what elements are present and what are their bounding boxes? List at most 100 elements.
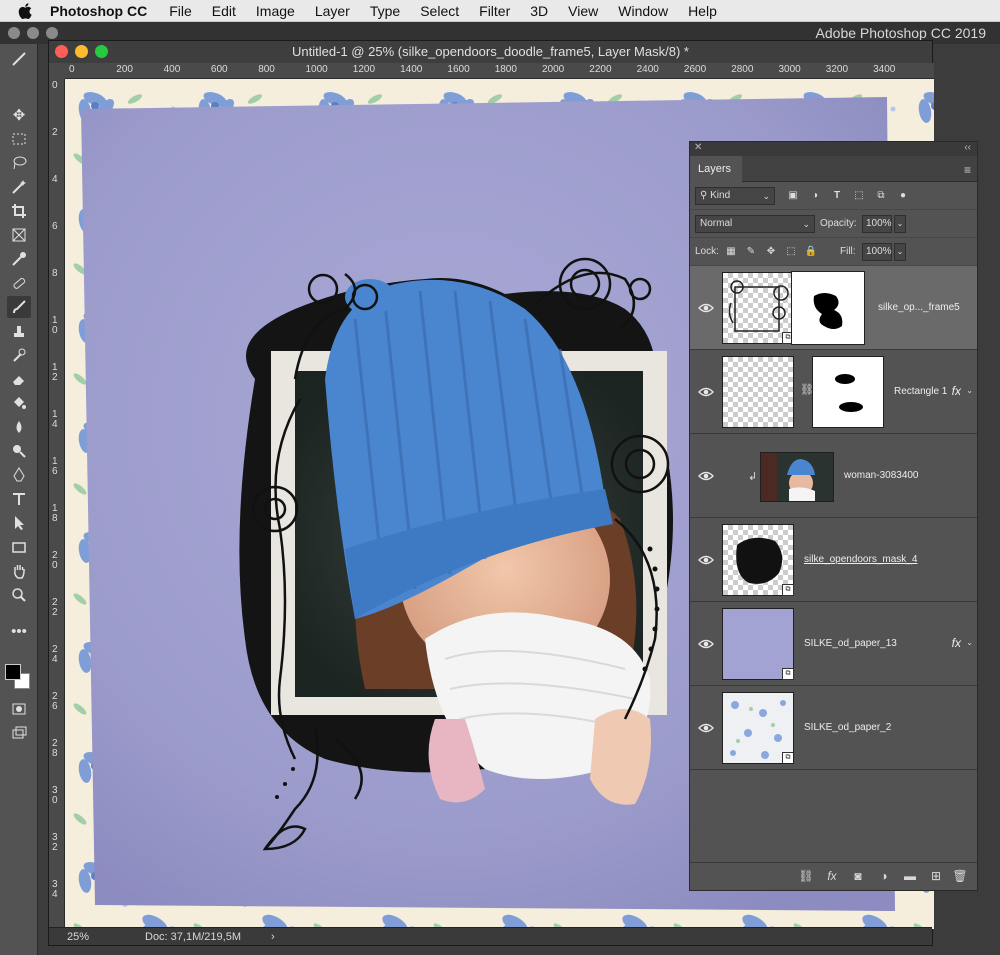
layer-effects-icon[interactable]: fx: [952, 636, 961, 650]
menu-view[interactable]: View: [558, 3, 608, 19]
pen-tool-icon[interactable]: [7, 464, 31, 486]
menu-select[interactable]: Select: [410, 3, 469, 19]
zoom-tool-icon[interactable]: [7, 584, 31, 606]
layer-row[interactable]: ⧉ SILKE_od_paper_13 fx ⌄: [690, 602, 977, 686]
menu-image[interactable]: Image: [246, 3, 305, 19]
layer-thumbnail[interactable]: ⧉: [722, 692, 794, 764]
new-group-icon[interactable]: ▬: [902, 869, 918, 883]
lock-transparent-icon[interactable]: ▦: [724, 246, 738, 258]
layer-thumbnail[interactable]: ⧉: [722, 272, 794, 344]
pixel-filter-icon[interactable]: ▣: [786, 190, 800, 202]
clone-stamp-icon[interactable]: [7, 320, 31, 342]
new-adjustment-layer-icon[interactable]: ◑: [876, 869, 892, 883]
layer-name[interactable]: SILKE_od_paper_13: [804, 638, 897, 649]
fill-dropdown-icon[interactable]: ⌄: [894, 243, 906, 261]
filter-kind-select[interactable]: ⚲ Kind ⌄: [695, 187, 775, 205]
layer-thumbnail[interactable]: [722, 356, 794, 428]
quick-mask-icon[interactable]: [7, 698, 31, 720]
type-tool-icon[interactable]: [7, 488, 31, 510]
magic-wand-icon[interactable]: [7, 176, 31, 198]
menu-filter[interactable]: Filter: [469, 3, 520, 19]
layer-name[interactable]: woman-3083400: [844, 470, 919, 481]
layer-mask-thumbnail[interactable]: [791, 271, 865, 345]
lasso-tool-icon[interactable]: [7, 152, 31, 174]
path-selection-icon[interactable]: [7, 512, 31, 534]
layer-name[interactable]: silke_opendoors_mask_4: [804, 554, 917, 565]
shape-filter-icon[interactable]: ⬚: [852, 190, 866, 202]
marquee-tool-icon[interactable]: [7, 128, 31, 150]
trash-icon[interactable]: 🗑: [952, 869, 968, 883]
opacity-input[interactable]: 100%: [862, 215, 892, 233]
move-tool-icon[interactable]: ✥: [7, 104, 31, 126]
menu-layer[interactable]: Layer: [305, 3, 360, 19]
new-layer-icon[interactable]: ⊞: [928, 869, 944, 883]
menu-window[interactable]: Window: [608, 3, 678, 19]
layer-row[interactable]: ⛓ Rectangle 1 fx ⌄: [690, 350, 977, 434]
status-menu-arrow-icon[interactable]: ›: [271, 931, 275, 943]
hand-tool-icon[interactable]: [7, 560, 31, 582]
blur-tool-icon[interactable]: [7, 416, 31, 438]
doc-close-button[interactable]: [55, 45, 68, 58]
fill-input[interactable]: 100%: [862, 243, 892, 261]
eraser-icon[interactable]: [7, 368, 31, 390]
rectangle-tool-icon[interactable]: [7, 536, 31, 558]
chevron-down-icon[interactable]: ⌄: [966, 638, 973, 647]
lock-position-icon[interactable]: ✥: [764, 246, 778, 258]
brush-preset-icon[interactable]: [7, 48, 31, 70]
type-filter-icon[interactable]: T: [830, 190, 844, 202]
vertical-ruler[interactable]: 0 2 4 6 8 1 0 1 2 1 4 1 6 1 8 2 0 2 2 2 4 2 6 2 8 3 0 3 …: [49, 79, 65, 929]
adjustment-filter-icon[interactable]: ◑: [808, 190, 822, 202]
frame-tool-icon[interactable]: [7, 224, 31, 246]
layer-name[interactable]: Rectangle 1: [894, 386, 947, 397]
menu-edit[interactable]: Edit: [202, 3, 246, 19]
layer-row[interactable]: ⧉ ⛓ silke_op..._frame5: [690, 266, 977, 350]
opacity-dropdown-icon[interactable]: ⌄: [894, 215, 906, 233]
layer-thumbnail[interactable]: ⧉: [722, 524, 794, 596]
ruler-origin[interactable]: [49, 63, 65, 79]
eye-icon[interactable]: [698, 470, 714, 482]
panel-menu-icon[interactable]: ≡: [964, 163, 971, 177]
add-layer-style-icon[interactable]: fx: [824, 869, 840, 883]
doc-zoom-button[interactable]: [95, 45, 108, 58]
layer-name[interactable]: silke_op..._frame5: [878, 302, 960, 313]
layer-mask-thumbnail[interactable]: [812, 356, 884, 428]
layer-thumbnail[interactable]: ⧉: [722, 608, 794, 680]
panel-close-icon[interactable]: ✕: [694, 142, 702, 153]
layer-name[interactable]: SILKE_od_paper_2: [804, 722, 891, 733]
lock-artboard-icon[interactable]: ⬚: [784, 246, 798, 258]
menu-file[interactable]: File: [159, 3, 202, 19]
crop-tool-icon[interactable]: [7, 200, 31, 222]
foreground-color-swatch[interactable]: [5, 664, 21, 680]
layer-row[interactable]: ↲ woman-3083400: [690, 434, 977, 518]
eye-icon[interactable]: [698, 722, 714, 734]
blend-mode-select[interactable]: Normal ⌄: [695, 215, 815, 233]
lock-pixels-icon[interactable]: ✎: [744, 246, 758, 258]
menu-3d[interactable]: 3D: [520, 3, 558, 19]
layer-thumbnail[interactable]: [760, 452, 834, 502]
layer-effects-icon[interactable]: fx: [952, 384, 961, 398]
zoom-level[interactable]: 25%: [67, 931, 127, 943]
link-layers-icon[interactable]: ⛓: [798, 869, 814, 883]
menu-app-name[interactable]: Photoshop CC: [46, 3, 159, 19]
panel-collapse-icon[interactable]: ‹‹: [964, 142, 971, 153]
lock-all-icon[interactable]: 🔒: [804, 246, 818, 258]
eye-icon[interactable]: [698, 386, 714, 398]
layer-row[interactable]: ⧉ silke_opendoors_mask_4: [690, 518, 977, 602]
app-zoom-button[interactable]: [46, 27, 58, 39]
eyedropper-icon[interactable]: [7, 248, 31, 270]
eye-icon[interactable]: [698, 638, 714, 650]
dodge-tool-icon[interactable]: [7, 440, 31, 462]
history-brush-icon[interactable]: [7, 344, 31, 366]
filter-toggle-icon[interactable]: ●: [896, 190, 910, 202]
app-close-button[interactable]: [8, 27, 20, 39]
menu-help[interactable]: Help: [678, 3, 727, 19]
healing-brush-icon[interactable]: [7, 272, 31, 294]
app-minimize-button[interactable]: [27, 27, 39, 39]
paint-bucket-icon[interactable]: [7, 392, 31, 414]
menu-type[interactable]: Type: [360, 3, 410, 19]
doc-minimize-button[interactable]: [75, 45, 88, 58]
tab-layers[interactable]: Layers: [690, 156, 742, 182]
more-tools-icon[interactable]: •••: [7, 620, 31, 642]
eye-icon[interactable]: [698, 302, 714, 314]
chevron-down-icon[interactable]: ⌄: [966, 386, 973, 395]
